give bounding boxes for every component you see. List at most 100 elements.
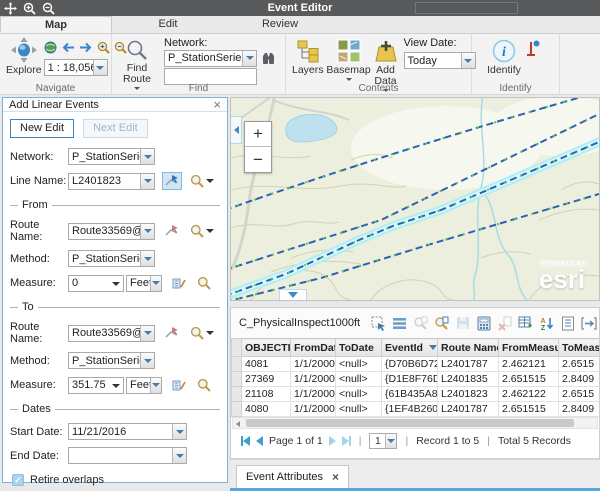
scroll-left-arrow[interactable]: [236, 421, 240, 427]
column-header[interactable]: ToMeasure: [559, 339, 600, 357]
map-zoom-in-button[interactable]: +: [245, 122, 271, 147]
zoom-to-selection-icon[interactable]: [410, 314, 431, 332]
table-row[interactable]: 211081/1/2000<null>{61B435A8-32L24018232…: [232, 387, 600, 402]
back-arrow-icon[interactable]: [61, 42, 75, 53]
binoculars-icon[interactable]: [261, 52, 276, 65]
from-measure-combo[interactable]: 0: [68, 275, 124, 292]
zoom-in-icon[interactable]: [23, 2, 36, 15]
from-unit-dropdown[interactable]: Feet: [126, 275, 162, 292]
new-edit-button[interactable]: New Edit: [10, 119, 74, 138]
column-header[interactable]: ToDate: [336, 339, 382, 357]
panel-network-arrow[interactable]: [140, 149, 154, 164]
to-measure-pick-button[interactable]: [169, 376, 189, 394]
column-header[interactable]: EventId: [382, 339, 438, 357]
map-zoom-out-button[interactable]: −: [245, 147, 271, 172]
row-selector[interactable]: [232, 357, 242, 372]
from-unit-arrow[interactable]: [150, 276, 161, 291]
table-row[interactable]: 40811/1/2000<null>{D70B6D72-3L24017872.4…: [232, 357, 600, 372]
to-measure-combo[interactable]: 351.75: [68, 377, 124, 394]
to-method-arrow[interactable]: [140, 353, 154, 368]
to-unit-dropdown[interactable]: Feet: [126, 377, 162, 394]
last-page-button[interactable]: [342, 436, 351, 446]
tab-edit[interactable]: Edit: [112, 16, 224, 33]
column-header[interactable]: FromDate: [291, 339, 336, 357]
to-zoom-button[interactable]: [190, 326, 214, 340]
start-date-dropdown[interactable]: 11/21/2016: [68, 423, 187, 440]
network-dropdown-arrow[interactable]: [242, 51, 256, 66]
basemap-button[interactable]: Basemap: [326, 38, 372, 82]
to-zoom-arrow[interactable]: [206, 331, 214, 335]
table-row[interactable]: 40801/1/2000<null>{1EF4B260-F0L24017872.…: [232, 402, 600, 417]
line-zoom-button[interactable]: [190, 174, 214, 188]
to-method-dropdown[interactable]: P_StationSeries: [68, 352, 155, 369]
next-page-button[interactable]: [329, 436, 336, 446]
tab-close-icon[interactable]: ×: [332, 470, 339, 484]
table-row[interactable]: 273691/1/2000<null>{D1E8F76D-FL24018352.…: [232, 372, 600, 387]
page-number-dropdown[interactable]: 1: [369, 433, 397, 449]
sort-icon[interactable]: AZ: [536, 314, 557, 332]
from-zoom-button[interactable]: [190, 224, 214, 238]
globe-icon[interactable]: [44, 41, 57, 54]
end-date-dropdown[interactable]: [68, 447, 187, 464]
scale-dropdown-arrow[interactable]: [93, 60, 107, 75]
flag-pin-icon[interactable]: [526, 40, 540, 56]
zoom-to-selected-icon[interactable]: [431, 314, 452, 332]
collapse-table-button[interactable]: [279, 289, 307, 300]
attribute-form-icon[interactable]: [557, 314, 578, 332]
column-header[interactable]: Route Name: [438, 339, 499, 357]
view-date-dropdown[interactable]: Today: [404, 52, 476, 69]
table-horizontal-scrollbar[interactable]: [232, 417, 598, 429]
from-route-name-arrow[interactable]: [140, 224, 154, 239]
pan-icon[interactable]: [4, 2, 17, 15]
to-route-name-arrow[interactable]: [140, 326, 154, 341]
next-edit-button[interactable]: Next Edit: [83, 119, 148, 138]
select-line-on-map-button[interactable]: [162, 172, 182, 190]
line-zoom-arrow[interactable]: [206, 179, 214, 183]
zoom-in-map-icon[interactable]: [97, 41, 110, 54]
to-route-name-dropdown[interactable]: Route33569@Cent: [68, 325, 155, 342]
first-page-button[interactable]: [241, 436, 250, 446]
from-method-arrow[interactable]: [140, 251, 154, 266]
to-select-route-button[interactable]: [162, 324, 182, 342]
start-date-arrow[interactable]: [172, 424, 186, 439]
forward-arrow-icon[interactable]: [79, 42, 93, 53]
network-dropdown[interactable]: P_StationSeries: [164, 50, 257, 67]
tab-event-attributes[interactable]: Event Attributes ×: [236, 465, 349, 488]
show-selected-icon[interactable]: [389, 314, 410, 332]
extent-icon[interactable]: [578, 314, 599, 332]
collapse-panel-button[interactable]: [231, 116, 242, 144]
retire-overlaps-checkbox[interactable]: ✓: [12, 474, 24, 486]
row-selector[interactable]: [232, 402, 242, 417]
end-date-arrow[interactable]: [172, 448, 186, 463]
map-view[interactable]: + − POWERED BY esri: [230, 97, 600, 301]
from-measure-zoom-button[interactable]: [197, 276, 211, 290]
to-measure-zoom-button[interactable]: [197, 378, 211, 392]
layers-button[interactable]: Layers: [290, 38, 326, 77]
from-route-name-dropdown[interactable]: Route33569@Cent: [68, 223, 155, 240]
delete-selected-icon[interactable]: [494, 314, 515, 332]
zoom-out-icon[interactable]: [42, 2, 55, 15]
column-header[interactable]: OBJECTID: [242, 339, 291, 357]
scale-dropdown[interactable]: 1 : 18,056: [44, 59, 108, 76]
tab-review[interactable]: Review: [224, 16, 336, 33]
page-number-arrow[interactable]: [385, 434, 396, 448]
to-unit-arrow[interactable]: [150, 378, 161, 393]
basemap-dropdown-arrow[interactable]: [346, 78, 352, 81]
from-select-route-button[interactable]: [162, 222, 182, 240]
previous-page-button[interactable]: [256, 436, 263, 446]
scrollbar-thumb[interactable]: [246, 419, 574, 427]
explore-button[interactable]: Explore: [4, 36, 44, 77]
calculator-icon[interactable]: [473, 314, 494, 332]
save-icon[interactable]: [452, 314, 473, 332]
row-selector[interactable]: [232, 387, 242, 402]
from-method-dropdown[interactable]: P_StationSeries: [68, 250, 155, 267]
line-name-arrow[interactable]: [140, 174, 154, 189]
from-measure-pick-button[interactable]: [169, 274, 189, 292]
line-name-dropdown[interactable]: L2401823: [68, 173, 155, 190]
column-header[interactable]: FromMeasure: [499, 339, 559, 357]
panel-network-dropdown[interactable]: P_StationSeries: [68, 148, 155, 165]
tab-map[interactable]: Map: [0, 16, 112, 33]
add-record-icon[interactable]: [515, 314, 536, 332]
from-zoom-arrow[interactable]: [206, 229, 214, 233]
row-selector[interactable]: [232, 372, 242, 387]
